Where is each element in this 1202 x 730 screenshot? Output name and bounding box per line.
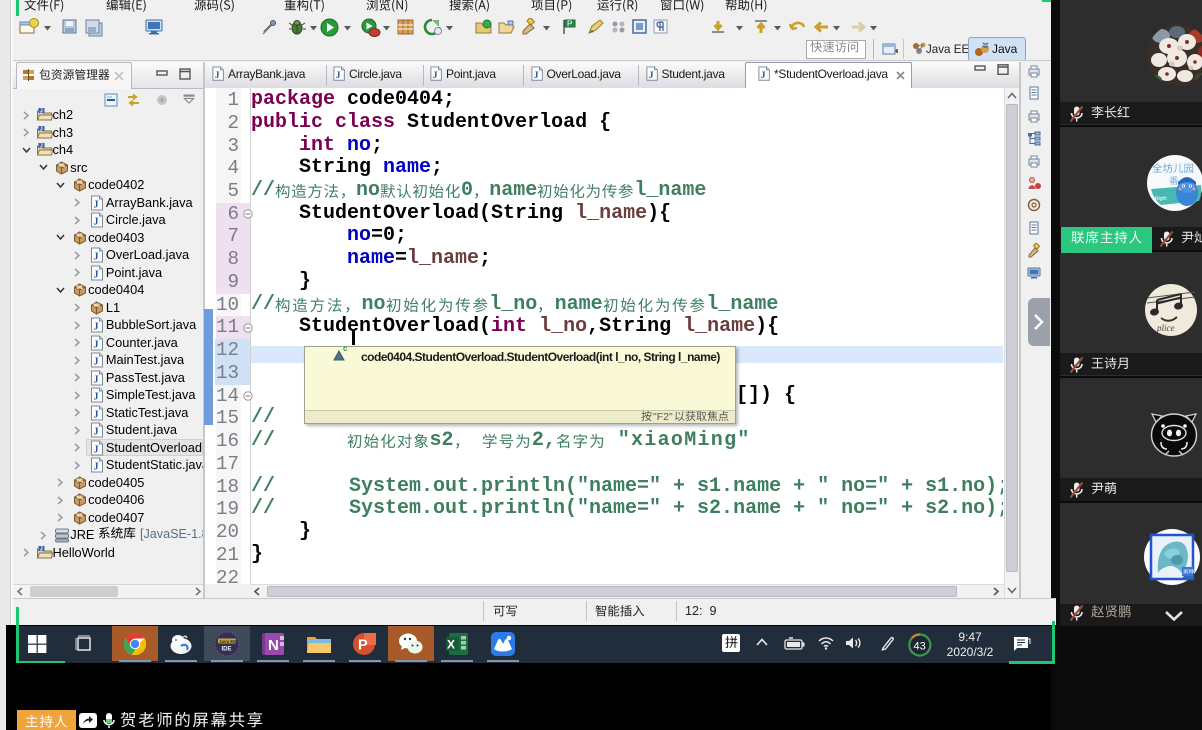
svg-text:P: P	[358, 638, 368, 654]
svg-text:c: c	[343, 344, 348, 353]
svg-text:N: N	[268, 637, 279, 654]
svg-text:X: X	[447, 638, 455, 652]
svg-text:Java EE: Java EE	[219, 639, 236, 644]
svg-text:Night: Night	[1155, 196, 1167, 202]
svg-text:43: 43	[914, 641, 926, 653]
svg-text:IDE: IDE	[222, 647, 232, 653]
svg-text:plice: plice	[1156, 323, 1175, 333]
